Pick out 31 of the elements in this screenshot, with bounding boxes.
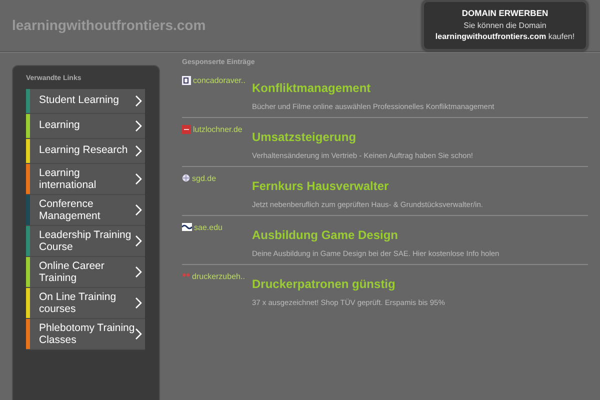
logo-icon (182, 272, 190, 278)
chevron-right-icon (135, 204, 142, 216)
related-link[interactable]: Online Career Training (26, 256, 145, 288)
chevron-right-icon (135, 120, 142, 132)
chevron-right-icon (135, 144, 142, 156)
ad-domain: sae.edu (194, 222, 222, 232)
chevron-right-icon (135, 234, 142, 247)
related-link[interactable]: Leadership Training Course (26, 226, 145, 257)
related-link[interactable]: On Line Training courses (26, 288, 145, 320)
related-link[interactable]: Learning (26, 114, 145, 138)
offer-text: Sie können die Domain (462, 21, 548, 32)
offer-heading: DOMAIN ERWERBEN (460, 8, 550, 20)
ad-domain: lutzlochner.de (193, 124, 242, 134)
related-link[interactable]: Student Learning (26, 88, 145, 114)
chevron-right-icon (135, 297, 142, 310)
related-link[interactable]: Learning Research (26, 138, 145, 164)
ad-domain: sgd.de (192, 174, 216, 184)
page-icon (182, 76, 191, 84)
offer-text: learningwithoutfrontiers.com kaufen! (434, 32, 576, 44)
chevron-right-icon (135, 94, 142, 106)
ad-domain: druckerzubeh.. (192, 272, 245, 282)
wave-icon (182, 222, 192, 230)
related-link[interactable]: Conference Management (26, 194, 145, 226)
ad-domain: concadoraver.. (193, 76, 246, 86)
related-link[interactable]: Phlebotomy Training Classes (26, 319, 145, 350)
globe-icon (182, 174, 190, 182)
chevron-right-icon (135, 266, 142, 278)
related-link[interactable]: Learning international (26, 164, 145, 195)
chevron-right-icon (135, 328, 142, 340)
square-icon (182, 124, 191, 134)
chevron-right-icon (135, 172, 142, 185)
